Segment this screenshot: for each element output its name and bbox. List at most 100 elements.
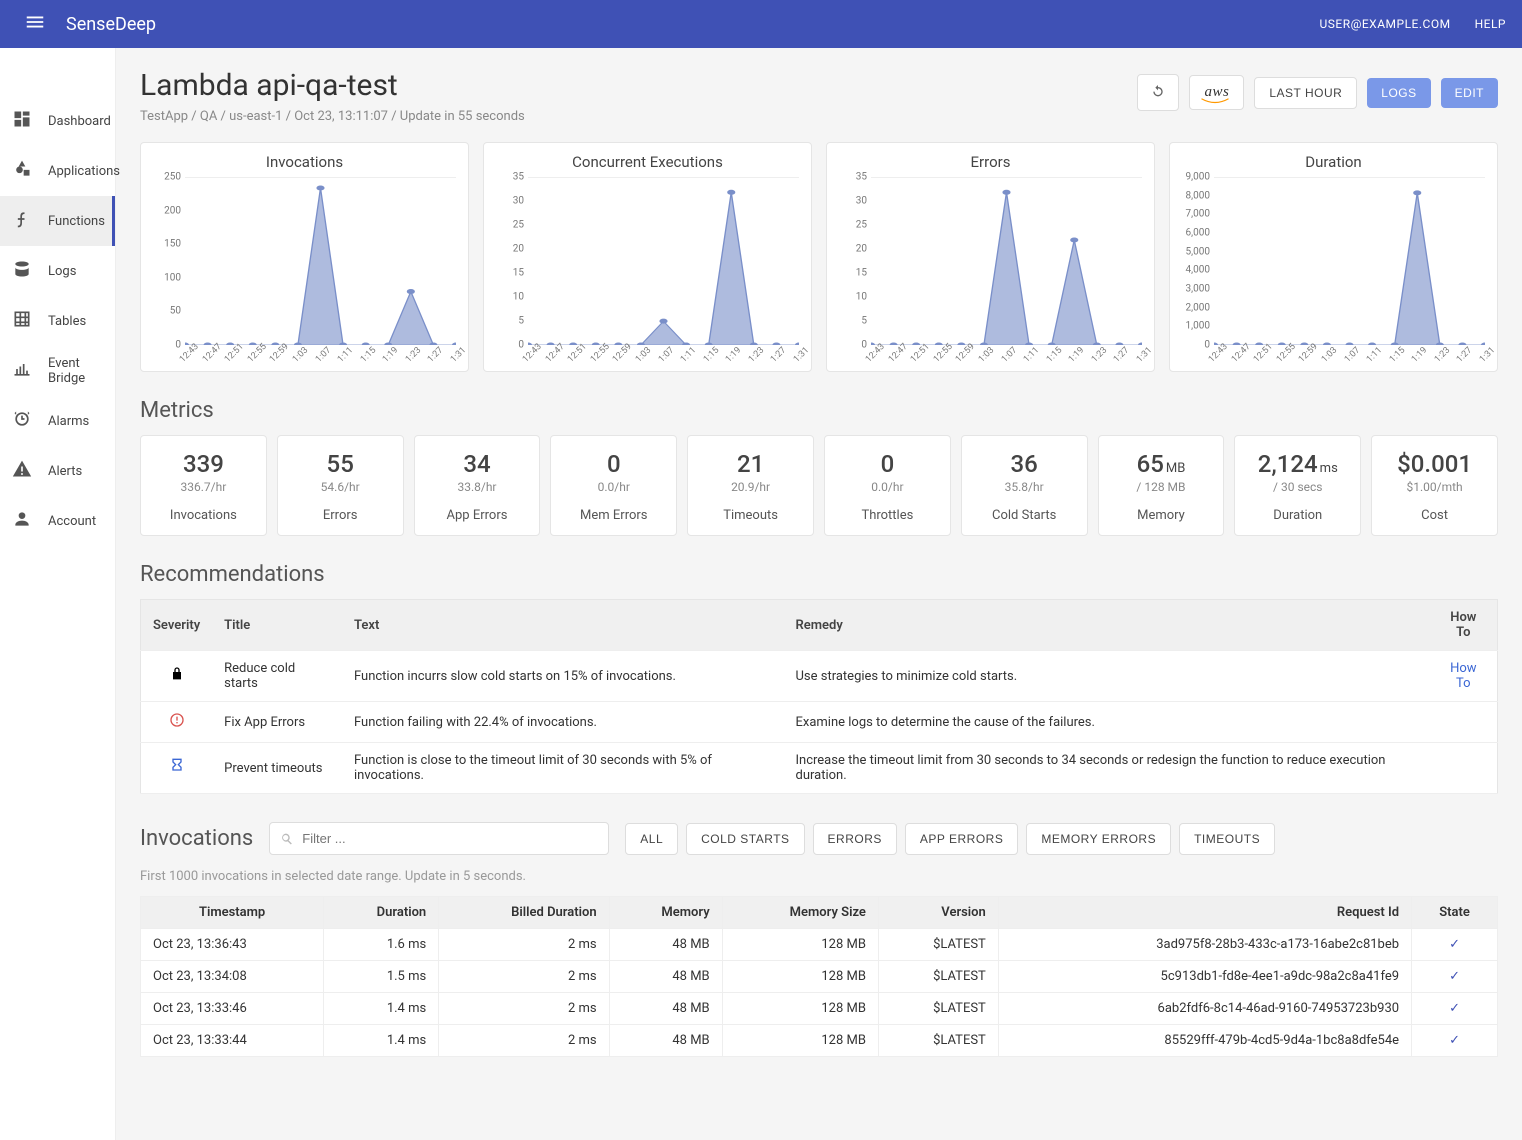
metric-sub: $1.00/mth xyxy=(1378,480,1491,494)
sidenav-item-function[interactable]: Functions xyxy=(0,196,115,246)
filter-input[interactable] xyxy=(269,822,609,855)
metric-value: 36 xyxy=(1011,450,1038,478)
inv-version: $LATEST xyxy=(878,961,998,993)
alerts-icon xyxy=(12,459,32,483)
sidenav: DashboardApplicationsFunctionsLogs Tables… xyxy=(0,48,116,1140)
y-tick: 30 xyxy=(856,196,867,207)
x-tick: 1:23 xyxy=(404,345,423,364)
sidenav-item-label: Tables xyxy=(48,314,86,329)
invocations-filter-button[interactable]: TIMEOUTS xyxy=(1179,823,1275,855)
y-tick: 6,000 xyxy=(1186,228,1210,239)
recommendation-row[interactable]: Fix App Errors Function failing with 22.… xyxy=(141,702,1498,743)
x-tick: 1:19 xyxy=(1067,345,1086,364)
metric-value: $0.001 xyxy=(1397,450,1472,478)
sidenav-item-apps[interactable]: Applications xyxy=(0,146,115,196)
inv-header-version: Version xyxy=(878,897,998,929)
metric-value: 339 xyxy=(183,450,224,478)
metric-card[interactable]: 65MB / 128 MB Memory xyxy=(1098,435,1225,536)
inv-memory: 48 MB xyxy=(609,993,722,1025)
rec-remedy: Increase the timeout limit from 30 secon… xyxy=(783,743,1429,794)
edit-button[interactable]: EDIT xyxy=(1441,78,1498,108)
metric-card[interactable]: 0 0.0/hr Mem Errors xyxy=(550,435,677,536)
y-tick: 4,000 xyxy=(1186,265,1210,276)
x-tick: 12:59 xyxy=(1297,342,1320,365)
y-tick: 10 xyxy=(513,292,524,303)
aws-button[interactable]: aws xyxy=(1189,75,1244,110)
x-tick: 1:27 xyxy=(769,345,788,364)
rec-header-remedy: Remedy xyxy=(783,600,1429,651)
inv-billed: 2 ms xyxy=(439,993,609,1025)
dashboard-icon xyxy=(12,109,32,133)
invocations-filter-button[interactable]: APP ERRORS xyxy=(905,823,1018,855)
x-tick: 12:55 xyxy=(589,342,612,365)
tables-icon xyxy=(12,309,32,333)
logs-button[interactable]: LOGS xyxy=(1367,78,1430,108)
rec-howto xyxy=(1430,743,1498,794)
inv-state: ✓ xyxy=(1412,929,1498,961)
x-tick: 12:55 xyxy=(1275,342,1298,365)
sidenav-item-account[interactable]: Account xyxy=(0,496,115,546)
rec-severity-icon xyxy=(141,743,213,794)
help-link[interactable]: HELP xyxy=(1475,17,1506,31)
x-tick: 12:55 xyxy=(932,342,955,365)
y-tick: 15 xyxy=(856,268,867,279)
metric-sub: 0.0/hr xyxy=(831,480,944,494)
metrics-row: 339 336.7/hr Invocations 55 54.6/hr Erro… xyxy=(140,435,1498,536)
y-tick: 10 xyxy=(856,292,867,303)
inv-duration: 1.6 ms xyxy=(324,929,439,961)
invocations-filters: ALLCOLD STARTS ERRORSAPP ERRORSMEMORY ERR… xyxy=(625,823,1275,855)
y-tick: 50 xyxy=(170,306,181,317)
x-tick: 1:31 xyxy=(1135,345,1154,364)
wand-icon[interactable] xyxy=(166,14,182,34)
rec-howto[interactable]: How To xyxy=(1430,651,1498,702)
refresh-button[interactable] xyxy=(1137,74,1179,111)
invocation-row[interactable]: Oct 23, 13:34:08 1.5 ms 2 ms 48 MB 128 M… xyxy=(141,961,1498,993)
metric-card[interactable]: 36 35.8/hr Cold Starts xyxy=(961,435,1088,536)
invocations-header: Invocations ALLCOLD STARTSERRORSAPP ERRO… xyxy=(140,822,1498,855)
metric-label: Cost xyxy=(1378,508,1491,523)
invocations-filter-button[interactable]: ERRORS xyxy=(813,823,897,855)
invocation-row[interactable]: Oct 23, 13:33:44 1.4 ms 2 ms 48 MB 128 M… xyxy=(141,1025,1498,1057)
invocation-row[interactable]: Oct 23, 13:33:46 1.4 ms 2 ms 48 MB 128 M… xyxy=(141,993,1498,1025)
metric-sub: 35.8/hr xyxy=(968,480,1081,494)
menu-icon[interactable] xyxy=(16,3,54,45)
sidenav-item-eventbridge[interactable]: Event Bridge xyxy=(0,346,115,396)
recommendation-row[interactable]: Prevent timeouts Function is close to th… xyxy=(141,743,1498,794)
metric-card[interactable]: 55 54.6/hr Errors xyxy=(277,435,404,536)
sidenav-item-alarms[interactable]: Alarms xyxy=(0,396,115,446)
chart-title: Errors xyxy=(835,153,1146,171)
apps-icon xyxy=(12,159,32,183)
sidenav-item-tables[interactable]: Tables xyxy=(0,296,115,346)
rec-text: Function is close to the timeout limit o… xyxy=(342,743,784,794)
invocations-filter-button[interactable]: COLD STARTS xyxy=(686,823,804,855)
metric-card[interactable]: 21 20.9/hr Timeouts xyxy=(687,435,814,536)
metric-value: 55 xyxy=(327,450,354,478)
invocations-filter-button[interactable]: MEMORY ERRORS xyxy=(1026,823,1171,855)
metric-label: Memory xyxy=(1105,508,1218,523)
y-tick: 0 xyxy=(518,340,524,351)
invocation-row[interactable]: Oct 23, 13:36:43 1.6 ms 2 ms 48 MB 128 M… xyxy=(141,929,1498,961)
x-axis: 12:4312:4712:5112:5512:591:031:071:111:1… xyxy=(1214,345,1485,367)
metric-label: Throttles xyxy=(831,508,944,523)
inv-state: ✓ xyxy=(1412,993,1498,1025)
metric-value: 21 xyxy=(737,450,764,478)
inv-header-memory: Memory xyxy=(609,897,722,929)
metric-card[interactable]: $0.001 $1.00/mth Cost xyxy=(1371,435,1498,536)
rec-title: Prevent timeouts xyxy=(212,743,342,794)
metric-card[interactable]: 2,124ms / 30 secs Duration xyxy=(1234,435,1361,536)
inv-version: $LATEST xyxy=(878,993,998,1025)
user-link[interactable]: USER@EXAMPLE.COM xyxy=(1319,17,1450,31)
metric-card[interactable]: 0 0.0/hr Throttles xyxy=(824,435,951,536)
sidenav-item-alerts[interactable]: Alerts xyxy=(0,446,115,496)
invocations-filter-button[interactable]: ALL xyxy=(625,823,678,855)
last-hour-button[interactable]: LAST HOUR xyxy=(1254,77,1357,109)
sidenav-item-logs[interactable]: Logs xyxy=(0,246,115,296)
recommendations-title: Recommendations xyxy=(140,562,1498,587)
metric-card[interactable]: 339 336.7/hr Invocations xyxy=(140,435,267,536)
y-tick: 0 xyxy=(175,340,181,351)
recommendation-row[interactable]: Reduce cold starts Function incurrs slow… xyxy=(141,651,1498,702)
metric-card[interactable]: 34 33.8/hr App Errors xyxy=(414,435,541,536)
sidenav-item-dashboard[interactable]: Dashboard xyxy=(0,96,115,146)
x-tick: 1:07 xyxy=(999,345,1018,364)
x-tick: 1:19 xyxy=(1410,345,1429,364)
